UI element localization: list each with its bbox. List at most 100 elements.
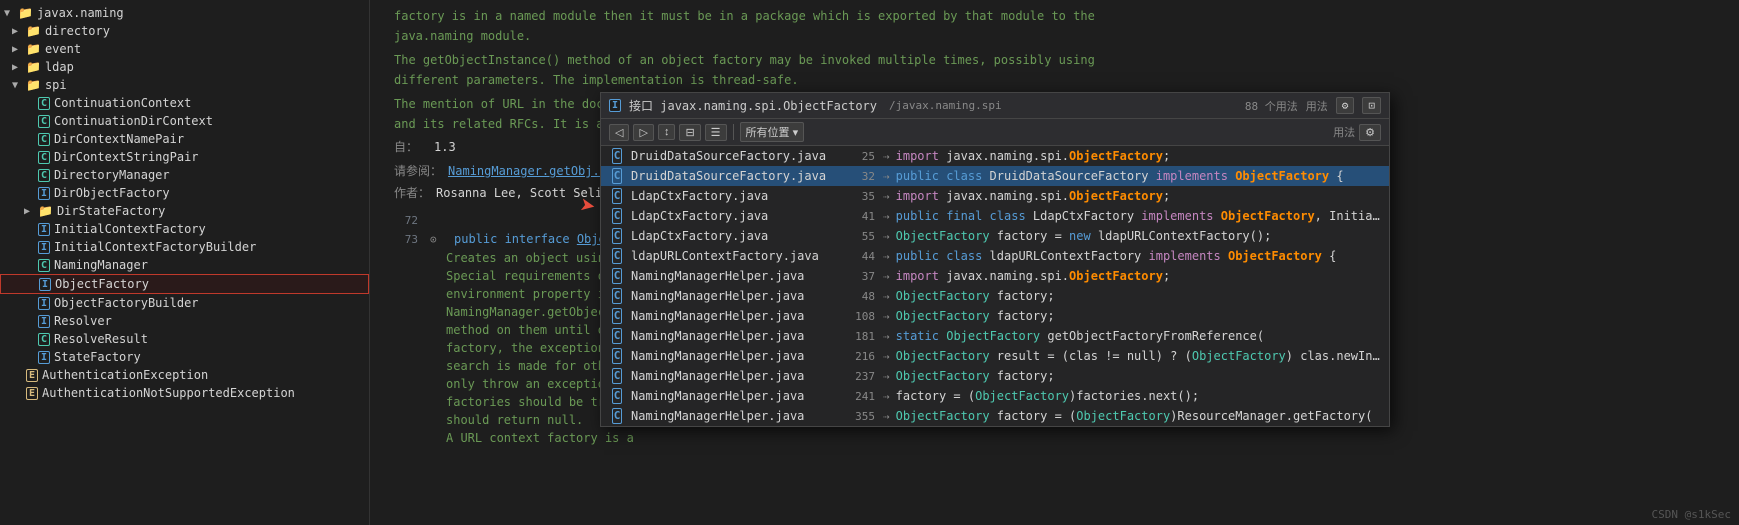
result-row-2[interactable]: C LdapCtxFactory.java 35 ⇢ import javax.… bbox=[601, 186, 1389, 206]
result-code-3: public final class LdapCtxFactory implem… bbox=[896, 209, 1381, 223]
since-val: 1.3 bbox=[434, 138, 456, 156]
sidebar-label-directory: directory bbox=[45, 24, 110, 38]
interface-icon: I bbox=[39, 278, 51, 291]
result-icon-2: C bbox=[609, 188, 625, 204]
toolbar-locations-btn[interactable]: 所有位置 ▾ bbox=[740, 122, 805, 142]
result-row-5[interactable]: C ldapURLContextFactory.java 44 ⇢ public… bbox=[601, 246, 1389, 266]
interface-icon: I bbox=[38, 223, 50, 236]
result-code-7: ObjectFactory factory; bbox=[896, 289, 1055, 303]
exc-icon: E bbox=[26, 387, 38, 400]
result-linenum-5: 44 bbox=[839, 250, 875, 263]
result-icon-13: C bbox=[609, 408, 625, 424]
popup-title-area: I 接口 javax.naming.spi.ObjectFactory /jav… bbox=[609, 97, 1002, 114]
popup-header-right: 88 个用法 用法 ⚙ ⊡ bbox=[1245, 97, 1381, 114]
result-icon-10: C bbox=[609, 348, 625, 364]
result-row-9[interactable]: C NamingManagerHelper.java 181 ⇢ static … bbox=[601, 326, 1389, 346]
toolbar-prev-file-btn[interactable]: ◁ bbox=[609, 124, 629, 141]
toolbar-expand-btn[interactable]: ↕ bbox=[658, 124, 676, 140]
ref-1[interactable]: NamingManager.getObj... bbox=[448, 162, 614, 180]
result-linenum-4: 55 bbox=[839, 230, 875, 243]
folder-icon: 📁 bbox=[26, 78, 41, 92]
result-filename-7: NamingManagerHelper.java bbox=[631, 289, 831, 303]
interface-icon: I bbox=[38, 187, 50, 200]
sidebar-item-spi[interactable]: ▼ 📁 spi bbox=[0, 76, 369, 94]
interface-icon: I bbox=[38, 241, 50, 254]
class-icon: C bbox=[38, 97, 50, 110]
result-linenum-0: 25 bbox=[839, 150, 875, 163]
result-icon-11: C bbox=[609, 368, 625, 384]
sidebar-item-directory[interactable]: ▶ 📁 directory bbox=[0, 22, 369, 40]
sidebar-item-InitialContextFactoryBuilder[interactable]: ▶ I InitialContextFactoryBuilder bbox=[0, 238, 369, 256]
result-filename-13: NamingManagerHelper.java bbox=[631, 409, 831, 423]
result-linenum-7: 48 bbox=[839, 290, 875, 303]
popup-pin-btn[interactable]: ⊡ bbox=[1362, 97, 1381, 114]
result-filename-6: NamingManagerHelper.java bbox=[631, 269, 831, 283]
sidebar-item-AuthenticationException[interactable]: ▶ E AuthenticationException bbox=[0, 366, 369, 384]
toolbar-next-file-btn[interactable]: ▷ bbox=[633, 124, 653, 141]
result-filename-8: NamingManagerHelper.java bbox=[631, 309, 831, 323]
result-row-7[interactable]: C NamingManagerHelper.java 48 ⇢ ObjectFa… bbox=[601, 286, 1389, 306]
sidebar-item-ResolveResult[interactable]: ▶ C ResolveResult bbox=[0, 330, 369, 348]
result-row-4[interactable]: C LdapCtxFactory.java 55 ⇢ ObjectFactory… bbox=[601, 226, 1389, 246]
root-label: javax.naming bbox=[37, 6, 124, 20]
see-label: 请参阅： bbox=[394, 162, 442, 180]
result-linenum-1: 32 bbox=[839, 170, 875, 183]
sidebar-item-ObjectFactory[interactable]: ▶ I ObjectFactory bbox=[0, 274, 369, 294]
sidebar-item-DirStateFactory[interactable]: ▶ 📁 DirStateFactory bbox=[0, 202, 369, 220]
sidebar-label-spi: spi bbox=[45, 78, 67, 92]
interface-icon: I bbox=[609, 99, 621, 112]
toolbar-filter-btn[interactable]: ⊟ bbox=[679, 124, 700, 141]
sidebar-label-ObjectFactory: ObjectFactory bbox=[55, 277, 149, 291]
result-arrow-11: ⇢ bbox=[883, 370, 890, 383]
result-code-5: public class ldapURLContextFactory imple… bbox=[896, 249, 1337, 263]
result-row-0[interactable]: C DruidDataSourceFactory.java 25 ⇢ impor… bbox=[601, 146, 1389, 166]
result-icon-6: C bbox=[609, 268, 625, 284]
line-number: 72 bbox=[386, 212, 418, 230]
toolbar-settings-btn[interactable]: ⚙ bbox=[1359, 124, 1381, 141]
sidebar-item-InitialContextFactory[interactable]: ▶ I InitialContextFactory bbox=[0, 220, 369, 238]
sidebar-item-Resolver[interactable]: ▶ I Resolver bbox=[0, 312, 369, 330]
result-arrow-7: ⇢ bbox=[883, 290, 890, 303]
sidebar-label-ContinuationContext: ContinuationContext bbox=[54, 96, 191, 110]
sidebar-label-ContinuationDirContext: ContinuationDirContext bbox=[54, 114, 213, 128]
result-row-8[interactable]: C NamingManagerHelper.java 108 ⇢ ObjectF… bbox=[601, 306, 1389, 326]
sidebar-item-ldap[interactable]: ▶ 📁 ldap bbox=[0, 58, 369, 76]
sidebar-item-AuthenticationNotSupportedException[interactable]: ▶ E AuthenticationNotSupportedException bbox=[0, 384, 369, 402]
sidebar-item-event[interactable]: ▶ 📁 event bbox=[0, 40, 369, 58]
sidebar-item-NamingManager[interactable]: ▶ C NamingManager bbox=[0, 256, 369, 274]
result-row-6[interactable]: C NamingManagerHelper.java 37 ⇢ import j… bbox=[601, 266, 1389, 286]
result-filename-5: ldapURLContextFactory.java bbox=[631, 249, 831, 263]
popup-settings-btn[interactable]: ⚙ bbox=[1336, 97, 1355, 114]
result-code-4: ObjectFactory factory = new ldapURLConte… bbox=[896, 229, 1272, 243]
line-number: 73 bbox=[386, 231, 418, 249]
sidebar-item-ContinuationContext[interactable]: ▶ C ContinuationContext bbox=[0, 94, 369, 112]
result-icon-3: C bbox=[609, 208, 625, 224]
popup-header: I 接口 javax.naming.spi.ObjectFactory /jav… bbox=[601, 93, 1389, 119]
result-row-1[interactable]: C DruidDataSourceFactory.java 32 ⇢ publi… bbox=[601, 166, 1389, 186]
sidebar-item-ObjectFactoryBuilder[interactable]: ▶ I ObjectFactoryBuilder bbox=[0, 294, 369, 312]
popup-toolbar: ◁ ▷ ↕ ⊟ ☰ 所有位置 ▾ 用法 ⚙ bbox=[601, 119, 1389, 146]
result-row-10[interactable]: C NamingManagerHelper.java 216 ⇢ ObjectF… bbox=[601, 346, 1389, 366]
sidebar-item-ContinuationDirContext[interactable]: ▶ C ContinuationDirContext bbox=[0, 112, 369, 130]
root-folder-icon: 📁 bbox=[18, 6, 33, 20]
sidebar-item-DirObjectFactory[interactable]: ▶ I DirObjectFactory bbox=[0, 184, 369, 202]
result-arrow-2: ⇢ bbox=[883, 190, 890, 203]
result-row-3[interactable]: C LdapCtxFactory.java 41 ⇢ public final … bbox=[601, 206, 1389, 226]
result-icon-8: C bbox=[609, 308, 625, 324]
sidebar-item-DirContextStringPair[interactable]: ▶ C DirContextStringPair bbox=[0, 148, 369, 166]
result-row-13[interactable]: C NamingManagerHelper.java 355 ⇢ ObjectF… bbox=[601, 406, 1389, 426]
result-linenum-12: 241 bbox=[839, 390, 875, 403]
toolbar-group-btn[interactable]: ☰ bbox=[705, 124, 727, 141]
tree-root[interactable]: ▼ 📁 javax.naming bbox=[0, 4, 369, 22]
result-arrow-6: ⇢ bbox=[883, 270, 890, 283]
sidebar-item-DirectoryManager[interactable]: ▶ C DirectoryManager bbox=[0, 166, 369, 184]
result-row-12[interactable]: C NamingManagerHelper.java 241 ⇢ factory… bbox=[601, 386, 1389, 406]
sidebar-item-StateFactory[interactable]: ▶ I StateFactory bbox=[0, 348, 369, 366]
result-filename-4: LdapCtxFactory.java bbox=[631, 229, 831, 243]
result-row-11[interactable]: C NamingManagerHelper.java 237 ⇢ ObjectF… bbox=[601, 366, 1389, 386]
sidebar-item-DirContextNamePair[interactable]: ▶ C DirContextNamePair bbox=[0, 130, 369, 148]
result-filename-12: NamingManagerHelper.java bbox=[631, 389, 831, 403]
result-filename-1: DruidDataSourceFactory.java bbox=[631, 169, 831, 183]
sidebar-label-ldap: ldap bbox=[45, 60, 74, 74]
locations-label: 所有位置 bbox=[746, 127, 790, 139]
